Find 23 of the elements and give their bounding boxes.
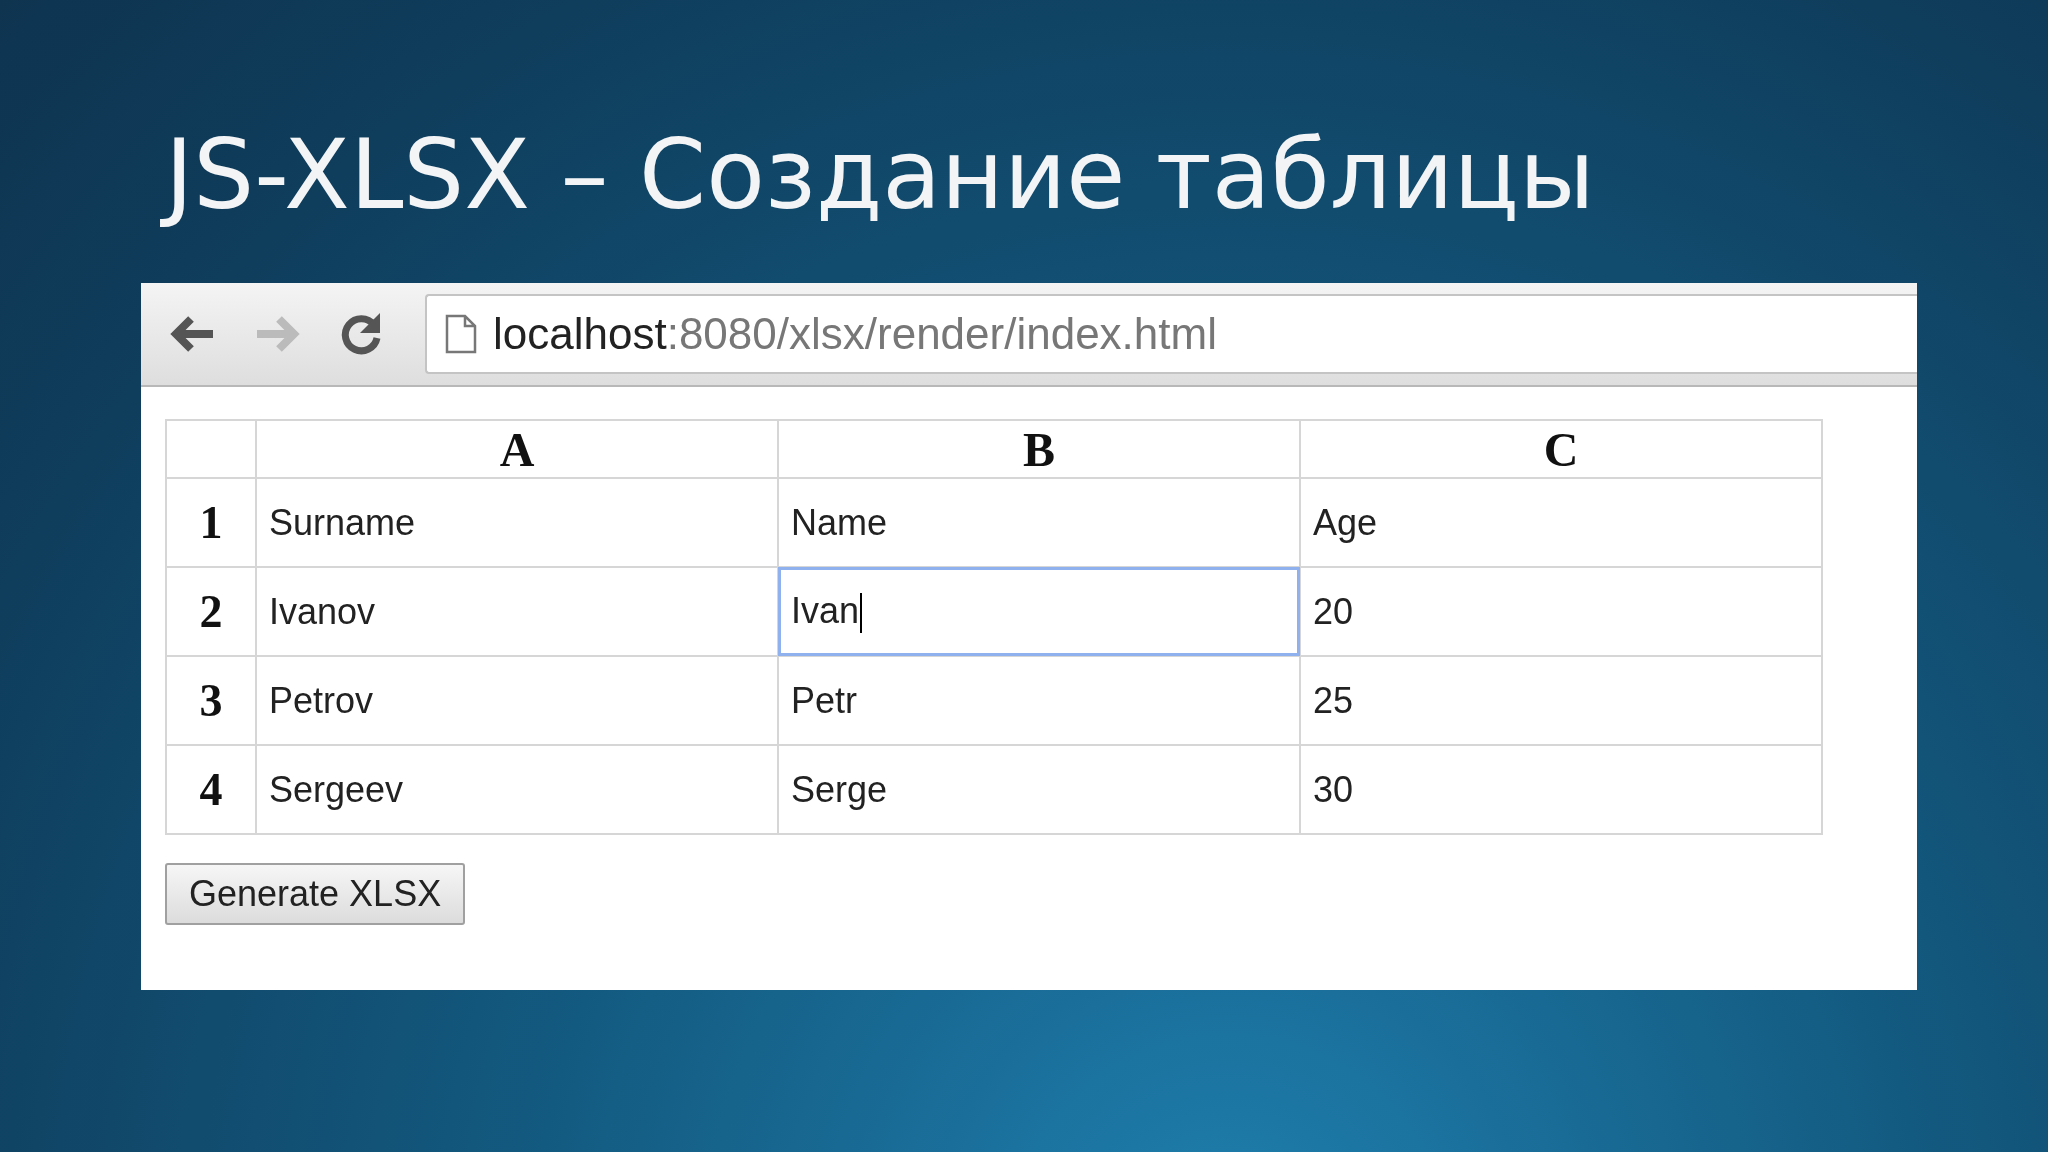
- column-header: C: [1300, 420, 1822, 478]
- table-cell[interactable]: Petr: [778, 656, 1300, 745]
- table-cell[interactable]: Name: [778, 478, 1300, 567]
- row-number: 1: [166, 478, 256, 567]
- table-cell[interactable]: 30: [1300, 745, 1822, 834]
- column-header: A: [256, 420, 778, 478]
- table-cell[interactable]: Surname: [256, 478, 778, 567]
- table-cell[interactable]: Age: [1300, 478, 1822, 567]
- column-header: B: [778, 420, 1300, 478]
- address-bar[interactable]: localhost:8080/xlsx/render/index.html: [425, 294, 1917, 374]
- table-cell[interactable]: 20: [1300, 567, 1822, 656]
- table-cell[interactable]: Serge: [778, 745, 1300, 834]
- generate-button[interactable]: Generate XLSX: [165, 863, 466, 925]
- editing-cell[interactable]: Ivan: [778, 567, 1300, 656]
- row-number: 2: [166, 567, 256, 656]
- table-cell[interactable]: 25: [1300, 656, 1822, 745]
- page-icon: [445, 314, 477, 354]
- row-number: 3: [166, 656, 256, 745]
- table-cell[interactable]: Petrov: [256, 656, 778, 745]
- table-cell[interactable]: Sergeev: [256, 745, 778, 834]
- table-cell[interactable]: Ivanov: [256, 567, 778, 656]
- slide-title: JS-XLSX – Создание таблицы: [157, 100, 1603, 250]
- row-number: 4: [166, 745, 256, 834]
